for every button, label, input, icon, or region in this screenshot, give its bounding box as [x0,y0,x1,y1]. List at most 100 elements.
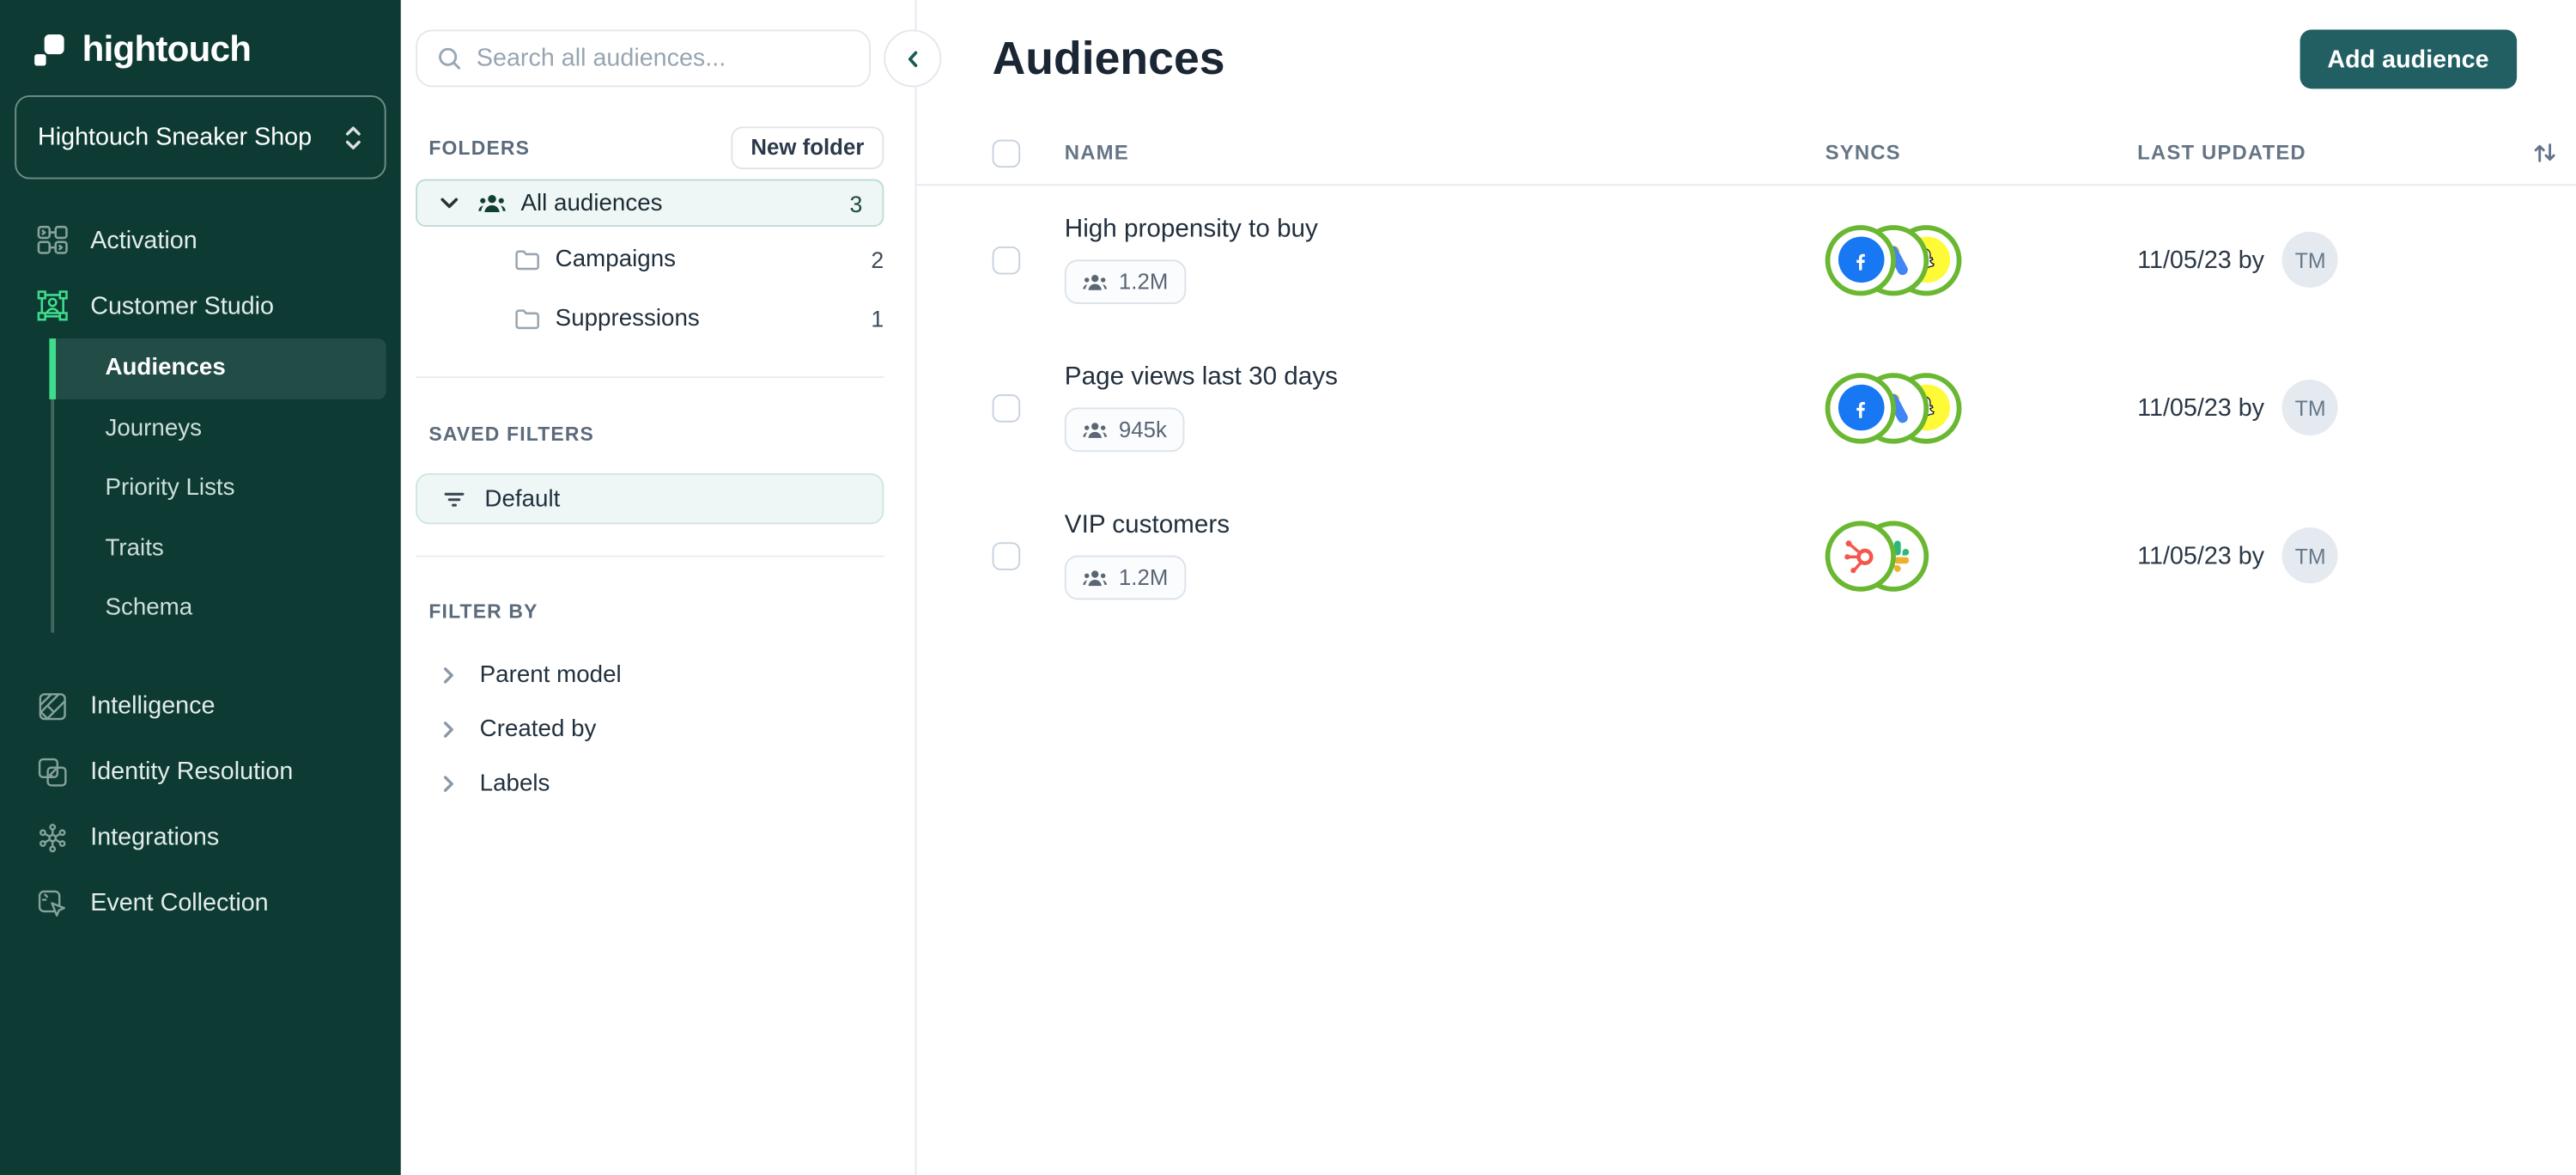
audience-size-badge: 945k [1064,407,1186,453]
avatar: TM [2282,231,2339,288]
folder-count: 1 [871,305,884,332]
audience-name[interactable]: VIP customers [1065,511,1826,540]
add-audience-button[interactable]: Add audience [2299,29,2518,89]
filter-by-section-title: FILTER BY [428,600,538,624]
syncs-cell [1825,520,2138,591]
column-header-last-updated: LAST UPDATED [2137,141,2306,165]
folder-campaigns[interactable]: Campaigns 2 [416,234,884,286]
workspace-name: Hightouch Sneaker Shop [38,123,313,152]
sidebar-item-label: Integrations [90,823,220,852]
audience-size: 1.2M [1118,269,1169,295]
sidebar-item-label: Event Collection [90,889,269,917]
sidebar-item-identity-resolution[interactable]: Identity Resolution [0,739,401,805]
chevron-right-icon [437,718,460,741]
customer-studio-icon [36,289,69,322]
table-row[interactable]: High propensity to buy 1.2M 11/05/23 by … [917,186,2576,333]
app-window: hightouch Hightouch Sneaker Shop Activat… [0,0,2576,1175]
sidebar-item-label: Journeys [105,415,203,442]
sidebar-item-journeys[interactable]: Journeys [0,399,401,459]
sidebar: hightouch Hightouch Sneaker Shop Activat… [0,0,401,1175]
folder-tree: All audiences 3 Campaigns 2 Suppressions… [416,179,884,345]
saved-filter-default[interactable]: Default [416,473,884,525]
filter-label: Labels [479,770,550,797]
folder-label: Suppressions [555,305,700,332]
saved-filters-section-title: SAVED FILTERS [428,422,595,446]
folder-count: 3 [849,189,863,216]
folder-icon [514,248,541,271]
sidebar-item-integrations[interactable]: Integrations [0,805,401,871]
chevron-up-down-icon [343,121,363,154]
event-collection-icon [36,886,69,919]
identity-resolution-icon [36,755,69,788]
audience-list-panel: FOLDERS New folder [400,0,917,1175]
folder-suppressions[interactable]: Suppressions 1 [416,293,884,345]
sidebar-item-label: Activation [90,226,197,254]
sidebar-item-activation[interactable]: Activation [0,207,401,273]
hubspot-icon[interactable] [1825,520,1896,591]
customer-studio-subnav: Audiences Journeys Priority Lists Traits… [0,338,401,638]
integrations-icon [36,821,69,854]
sidebar-item-label: Customer Studio [90,291,274,320]
sidebar-item-customer-studio[interactable]: Customer Studio [0,273,401,339]
avatar: TM [2282,527,2339,584]
folder-all-audiences[interactable]: All audiences 3 [416,179,884,228]
row-checkbox[interactable] [992,541,1021,569]
syncs-cell [1825,224,2138,295]
sidebar-item-label: Priority Lists [105,475,235,502]
sidebar-item-label: Identity Resolution [90,758,294,786]
collapse-panel-button[interactable] [884,29,942,88]
logo-text: hightouch [82,27,252,70]
audience-size-badge: 1.2M [1064,555,1187,600]
audience-size-badge: 1.2M [1064,259,1187,304]
sidebar-item-audiences[interactable]: Audiences [0,338,401,399]
intelligence-icon [36,690,69,722]
filter-by-created-by[interactable]: Created by [416,703,884,756]
facebook-icon[interactable] [1825,372,1896,443]
sidebar-item-intelligence[interactable]: Intelligence [0,673,401,739]
audience-name[interactable]: High propensity to buy [1065,216,1826,245]
hightouch-logo-icon [34,33,65,65]
row-checkbox[interactable] [992,393,1021,422]
sidebar-nav: Activation Customer Studio Audiences Jou… [0,207,401,936]
folders-section-title: FOLDERS [428,135,531,159]
hightouch-logo: hightouch [34,27,252,71]
filter-by-parent-model[interactable]: Parent model [416,649,884,702]
table-row[interactable]: Page views last 30 days 945k 11/05/23 by… [917,333,2576,481]
workspace-selector[interactable]: Hightouch Sneaker Shop [15,94,386,180]
chevron-down-icon[interactable] [437,191,462,216]
folder-label: Campaigns [555,246,677,273]
column-header-syncs: SYNCS [1825,141,1901,165]
row-checkbox[interactable] [992,246,1021,274]
folder-label: All audiences [520,189,663,216]
workflow-icon [36,223,69,256]
last-updated-text: 11/05/23 by [2137,541,2265,569]
sidebar-item-label: Audiences [105,355,226,382]
filter-by-labels[interactable]: Labels [416,758,884,810]
sidebar-item-traits[interactable]: Traits [0,519,401,579]
audience-size: 945k [1118,417,1167,442]
audience-size: 1.2M [1118,565,1169,590]
sidebar-item-event-collection[interactable]: Event Collection [0,870,401,936]
last-updated-text: 11/05/23 by [2137,246,2265,274]
sidebar-item-label: Traits [105,535,164,562]
chevron-right-icon [437,772,460,795]
facebook-icon[interactable] [1825,224,1896,295]
audiences-group-icon [478,192,507,215]
select-all-checkbox[interactable] [992,138,1021,167]
divider [416,376,884,379]
folder-count: 2 [871,246,884,273]
table-row[interactable]: VIP customers 1.2M 11/05/23 by TM [917,482,2576,630]
search-input[interactable] [476,44,852,73]
sidebar-item-label: Schema [105,595,193,622]
table-header: NAME SYNCS LAST UPDATED [916,85,2576,186]
sidebar-item-priority-lists[interactable]: Priority Lists [0,459,401,519]
sidebar-item-schema[interactable]: Schema [0,578,401,638]
filter-icon [442,486,467,511]
audience-name[interactable]: Page views last 30 days [1065,363,1826,393]
last-updated-text: 11/05/23 by [2137,393,2265,422]
new-folder-button[interactable]: New folder [731,125,884,169]
folder-icon [514,307,541,331]
sort-button[interactable] [2531,140,2576,167]
search-box [416,29,872,88]
main-content: Audiences Add audience NAME SYNCS LAST U… [916,0,2576,1175]
